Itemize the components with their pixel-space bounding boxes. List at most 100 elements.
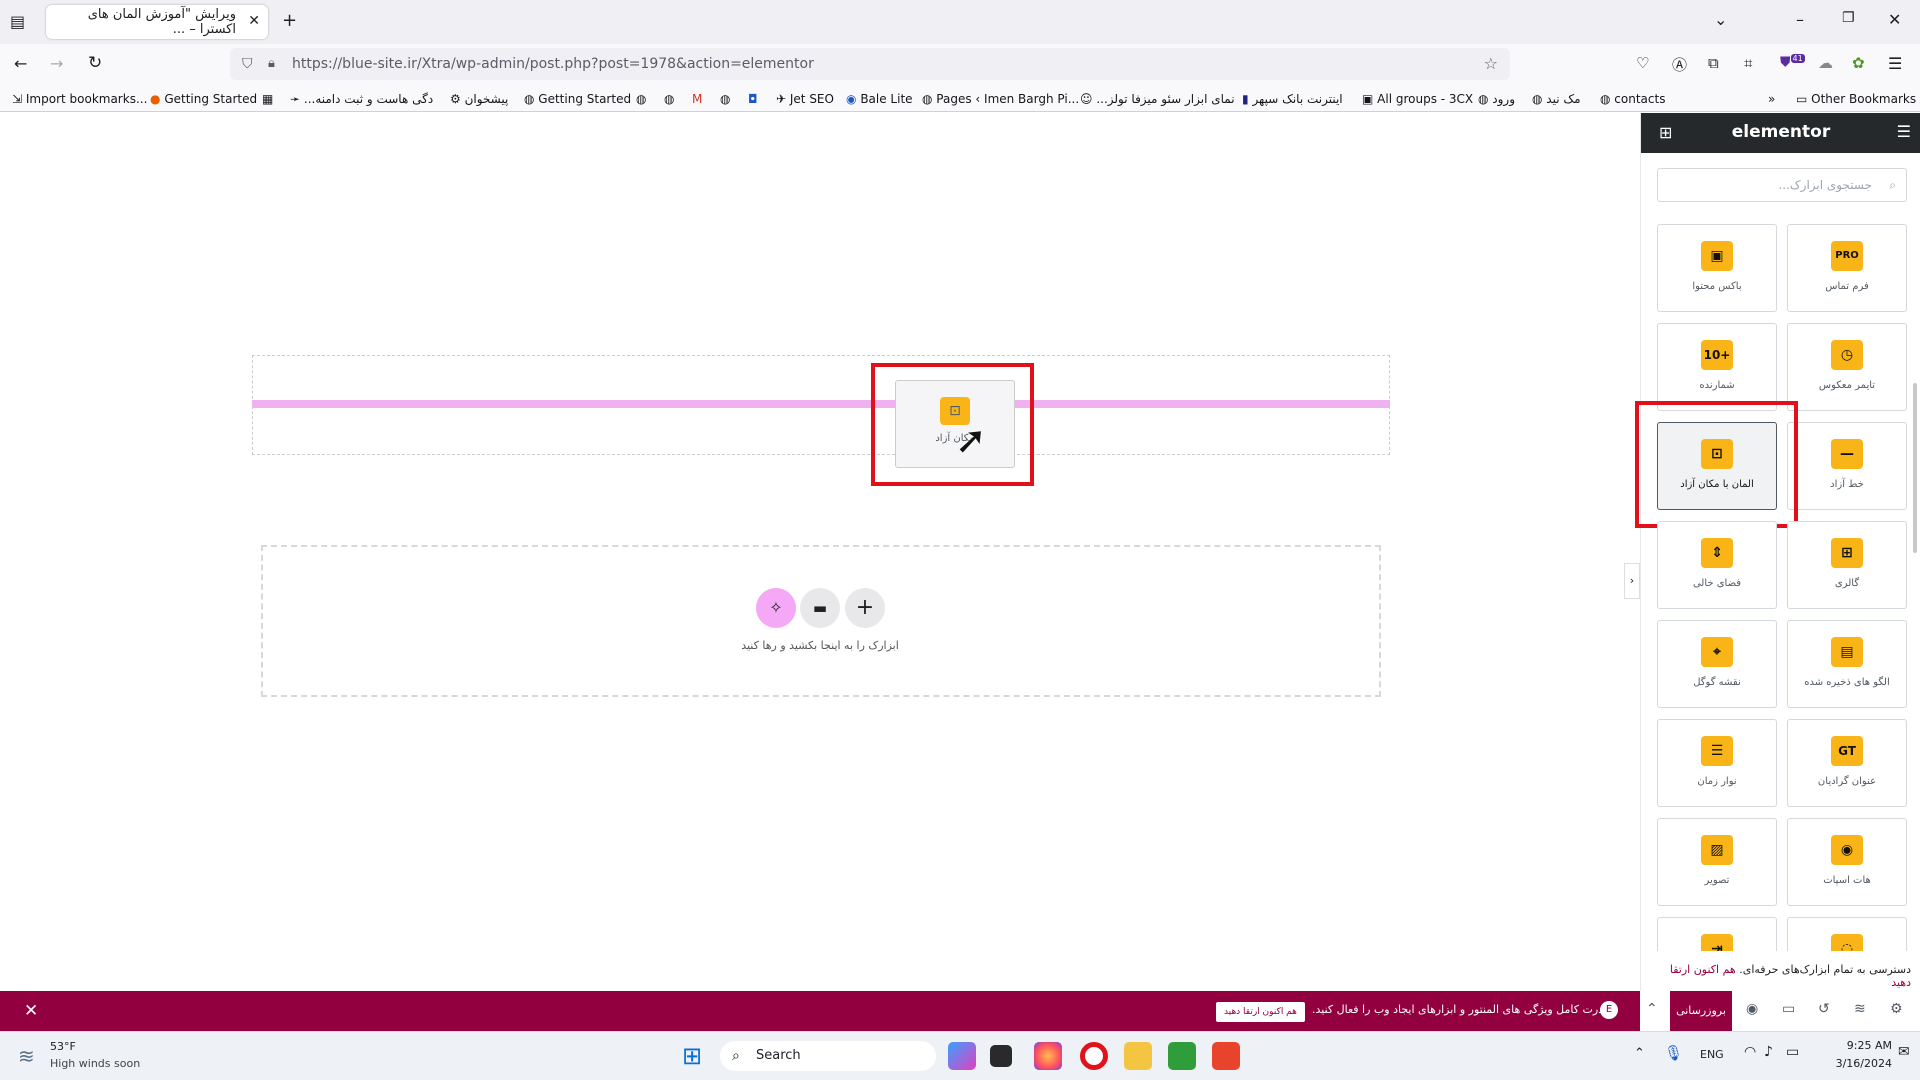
url-bar[interactable]: ⛉ 🔒︎ https://blue-site.ir/Xtra/wp-admin/… (230, 48, 1510, 80)
bookmark-item[interactable]: ◍ Getting Started (524, 92, 631, 106)
account-icon[interactable]: Ⓐ (1672, 54, 1687, 75)
bookmark-item[interactable]: ➛ ...دگی هاست و ثبت دامنه (290, 92, 433, 106)
microphone-icon[interactable]: 🎙︎ (1664, 1044, 1683, 1062)
pocket-icon[interactable]: ♡ (1636, 54, 1649, 72)
camtasia-orange-icon[interactable] (1212, 1042, 1240, 1070)
widget-search-input[interactable]: جستجوی ابزارک... ⌕ (1657, 168, 1907, 202)
browser-tab[interactable]: ویرایش "آموزش المان های اکسترا – ... ✕ (46, 5, 268, 39)
widget-content-box[interactable]: ▣ باکس محتوا (1657, 224, 1777, 312)
counter-icon: 10+ (1701, 340, 1733, 370)
preview-eye-icon[interactable]: ◉ (1746, 1001, 1758, 1017)
globe-bookmark-icon[interactable]: ◍ (720, 92, 730, 106)
widget-partial[interactable]: ⇥ (1657, 917, 1777, 951)
tab-list-icon[interactable]: ▤ (10, 12, 25, 31)
ai-sparkle-button[interactable]: ✧ (756, 588, 796, 628)
weather-wind-icon[interactable]: ≋ (18, 1044, 35, 1068)
bookmark-icon[interactable]: ◘ (748, 92, 758, 106)
new-tab-icon[interactable]: + (282, 10, 297, 31)
image-icon: ▨ (1701, 835, 1733, 865)
addon-icon[interactable]: ✿ (1852, 54, 1865, 72)
widget-label: الگو های ذخیره شده (1804, 677, 1890, 688)
hamburger-icon[interactable]: ☰ (1897, 122, 1911, 141)
tray-chevron-icon[interactable]: ⌃ (1634, 1046, 1645, 1061)
elementor-panel: ⊞ elementor ☰ جستجوی ابزارک... ⌕ PRO فرم … (1635, 113, 1920, 991)
menu-icon[interactable]: ☰ (1888, 54, 1902, 73)
widget-free-line[interactable]: — خط آزاد (1787, 422, 1907, 510)
bookmark-item[interactable]: ▣ All groups - 3CX (1362, 92, 1473, 106)
crop-icon[interactable]: ⌗ (1744, 54, 1752, 72)
bookmark-item[interactable]: ☺ ...نمای ابزار سئو میزفا تولز (1080, 92, 1235, 106)
widget-contact-form[interactable]: PRO فرم تماس (1787, 224, 1907, 312)
widget-saved-templates[interactable]: ▤ الگو های ذخیره شده (1787, 620, 1907, 708)
close-notice-icon[interactable]: ✕ (24, 1001, 38, 1021)
list-all-tabs-icon[interactable]: ⌄ (1714, 10, 1727, 29)
widget-hotspot[interactable]: ◉ هات اسپات (1787, 818, 1907, 906)
widget-gallery[interactable]: ⊞ گالری (1787, 521, 1907, 609)
bookmark-item[interactable]: ● Getting Started (150, 92, 257, 106)
highlight-box (1635, 401, 1798, 528)
upgrade-now-button[interactable]: هم اکنون ارتقا دهید (1216, 1002, 1305, 1022)
responsive-icon[interactable]: ▭ (1782, 1001, 1795, 1017)
widget-counter[interactable]: 10+ شمارنده (1657, 323, 1777, 411)
bookmark-item[interactable]: ◍ Pages ‹ Imen Bargh Pi... (922, 92, 1079, 106)
widget-spacer[interactable]: ⇕ فضای خالی (1657, 521, 1777, 609)
bookmark-item[interactable]: ◉ Bale Lite (846, 92, 913, 106)
bookmark-item[interactable]: ⇲ Import bookmarks... (12, 92, 147, 106)
cloud-icon[interactable]: ☁ (1818, 54, 1833, 72)
opera-icon[interactable] (1080, 1042, 1108, 1070)
bookmark-item[interactable]: ▮ اینترنت بانک سپهر (1242, 92, 1343, 106)
firefox-icon[interactable] (1034, 1042, 1062, 1070)
history-icon[interactable]: ↺ (1818, 1001, 1830, 1017)
settings-gear-icon[interactable]: ⚙ (1890, 1001, 1903, 1017)
widget-partial[interactable]: ◌ (1787, 917, 1907, 951)
template-folder-button[interactable]: ▬ (800, 588, 840, 628)
bookmark-item[interactable]: ⚙ پیشخوان (450, 92, 508, 106)
pro-promo-banner: دسترسی به تمام ابزارک‌های حرفه‌ای. هم اک… (1641, 951, 1920, 991)
language-indicator[interactable]: ENG (1700, 1048, 1724, 1061)
globe-bookmark-icon[interactable]: ◍ (664, 92, 674, 106)
clock-date[interactable]: 3/16/2024 (1812, 1057, 1892, 1070)
gmail-bookmark-icon[interactable]: M (692, 92, 702, 106)
bookmark-star-icon[interactable]: ☆ (1484, 48, 1498, 80)
windows-start-icon[interactable]: ⊞ (682, 1042, 702, 1070)
panel-scrollbar[interactable] (1913, 383, 1917, 553)
bookmark-item[interactable]: ✈ Jet SEO (776, 92, 834, 106)
close-window-icon[interactable]: ✕ (1888, 10, 1901, 29)
bookmark-item[interactable]: ◍ ورود (1478, 92, 1515, 106)
chevron-up-icon[interactable]: ⌃ (1646, 1001, 1658, 1017)
bookmark-item[interactable]: ▭ Other Bookmarks (1796, 92, 1916, 106)
copilot-icon[interactable] (948, 1042, 976, 1070)
reload-icon[interactable]: ↻ (88, 53, 102, 73)
navigator-layers-icon[interactable]: ≋ (1854, 1001, 1866, 1017)
drop-indicator-line (252, 400, 1390, 408)
volume-icon[interactable]: ♪ (1764, 1044, 1773, 1060)
bookmark-item[interactable]: ◍ contacts (1600, 92, 1665, 106)
minimize-icon[interactable]: – (1796, 10, 1804, 29)
clock-time[interactable]: 9:25 AM (1812, 1039, 1892, 1052)
extensions-icon[interactable]: ⧉ (1708, 54, 1719, 72)
task-view-icon[interactable] (990, 1045, 1012, 1067)
widget-gradient-title[interactable]: GT عنوان گرادیان (1787, 719, 1907, 807)
notifications-icon[interactable]: ✉ (1898, 1044, 1910, 1060)
wifi-icon[interactable]: ◠ (1744, 1044, 1756, 1060)
extension-badge-icon[interactable]: ⛊ 41 (1780, 54, 1805, 71)
widget-image[interactable]: ▨ تصویر (1657, 818, 1777, 906)
bookmark-item[interactable]: ◍ مک نید (1532, 92, 1581, 106)
collapse-panel-icon[interactable]: › (1624, 563, 1640, 599)
camtasia-green-icon[interactable] (1168, 1042, 1196, 1070)
add-section-button[interactable]: + (845, 588, 885, 628)
widget-countdown[interactable]: ◷ تایمر معکوس (1787, 323, 1907, 411)
globe-bookmark-icon[interactable]: ◍ (636, 92, 646, 106)
widget-timeline[interactable]: ☰ نوار زمان (1657, 719, 1777, 807)
forward-icon[interactable]: → (50, 54, 63, 73)
calendar-bookmark-icon[interactable]: ▦ (262, 92, 273, 106)
close-tab-icon[interactable]: ✕ (248, 13, 260, 29)
file-explorer-icon[interactable] (1124, 1042, 1152, 1070)
battery-icon[interactable]: ▭ (1786, 1044, 1799, 1060)
more-bookmarks-icon[interactable]: » (1768, 92, 1775, 106)
back-icon[interactable]: ← (14, 54, 27, 73)
widget-google-map[interactable]: ⌖ نقشه گوگل (1657, 620, 1777, 708)
update-button[interactable]: بروزرسانی (1670, 991, 1732, 1031)
taskbar-search[interactable]: ⌕ Search (720, 1041, 936, 1071)
restore-icon[interactable]: ❐ (1842, 10, 1855, 26)
